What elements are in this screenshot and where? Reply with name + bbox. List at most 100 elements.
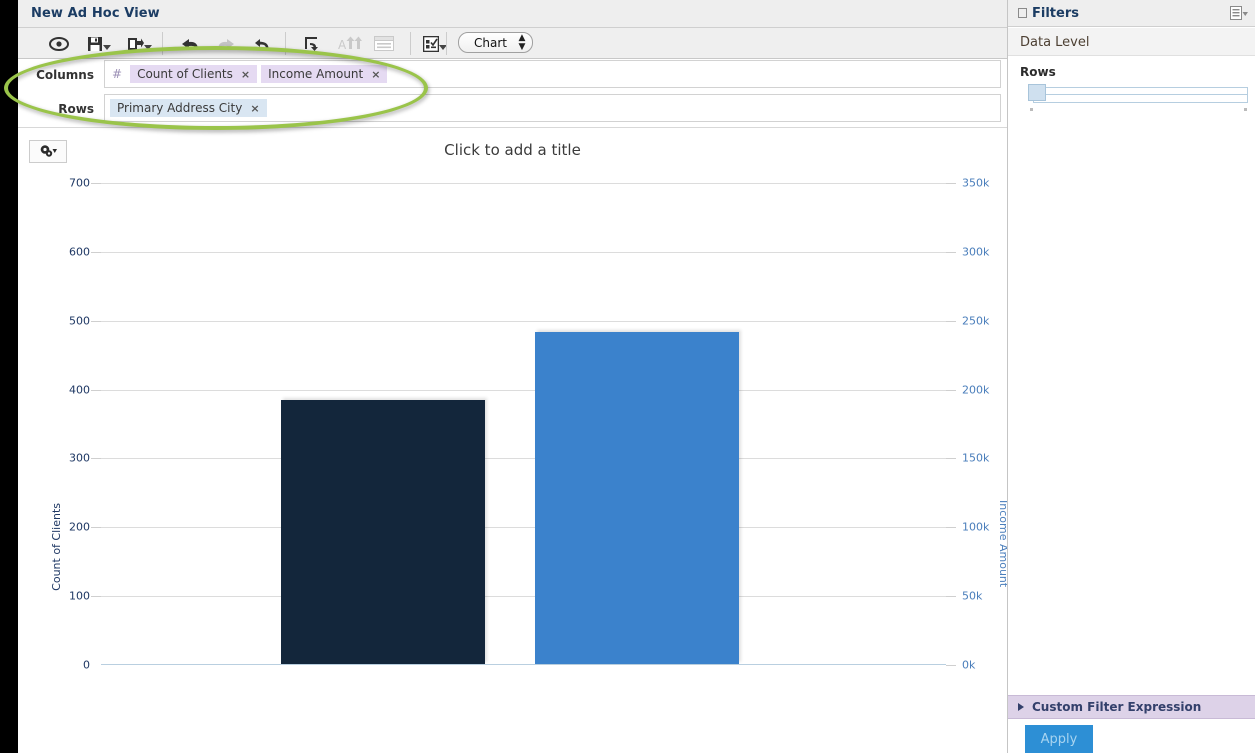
- toolbar-separator: [446, 32, 447, 55]
- workspace: New Ad Hoc View: [18, 0, 1007, 753]
- pill-label: Count of Clients: [137, 67, 233, 81]
- gridline: [101, 252, 946, 253]
- gridline: [101, 458, 946, 459]
- remove-field-icon[interactable]: ×: [371, 68, 380, 81]
- tick-mark: [946, 527, 956, 528]
- left-axis-tick: 100: [69, 590, 90, 603]
- chevron-down-icon: [103, 45, 111, 51]
- filters-menu-icon[interactable]: [1230, 6, 1248, 20]
- slider-tick: [1244, 108, 1247, 111]
- rows-shelf-label: Rows: [18, 102, 94, 116]
- filters-rows-label: Rows: [1020, 65, 1056, 79]
- toolbar-separator: [285, 32, 286, 55]
- window-titlebar: New Ad Hoc View: [18, 0, 1007, 28]
- left-axis-tick: 700: [69, 177, 90, 190]
- tick-mark: [91, 458, 101, 459]
- custom-filter-expression-toggle[interactable]: Custom Filter Expression: [1008, 695, 1255, 719]
- right-axis-tick: 300k: [962, 245, 989, 258]
- tick-mark: [91, 183, 101, 184]
- gridline: [101, 527, 946, 528]
- left-rail: [0, 0, 18, 753]
- columns-shelf-label: Columns: [18, 68, 94, 82]
- chevron-down-icon: [144, 45, 152, 51]
- bar-income-amount[interactable]: [535, 332, 739, 664]
- right-axis-tick: 50k: [962, 590, 982, 603]
- undo-icon[interactable]: [176, 31, 204, 56]
- redo-icon[interactable]: [212, 31, 240, 56]
- bar-count-of-clients[interactable]: [281, 400, 485, 664]
- tick-mark: [946, 390, 956, 391]
- tick-mark: [91, 596, 101, 597]
- tick-mark: [946, 596, 956, 597]
- filters-subheader: Data Level: [1008, 28, 1255, 56]
- remove-field-icon[interactable]: ×: [250, 102, 259, 115]
- data-level-label: Data Level: [1020, 35, 1090, 50]
- pill-label: Primary Address City: [117, 101, 242, 115]
- filters-header: Filters: [1008, 0, 1255, 27]
- collapse-panel-icon[interactable]: [1018, 8, 1027, 18]
- chevron-right-icon: [1018, 703, 1024, 711]
- revert-icon[interactable]: [248, 31, 276, 56]
- tick-mark: [946, 183, 956, 184]
- save-icon[interactable]: [82, 31, 116, 56]
- filters-panel: Filters Data Level Rows: [1007, 0, 1255, 753]
- chart-type-select[interactable]: Chart ▲▼: [458, 32, 533, 53]
- slider-handle[interactable]: [1028, 84, 1046, 101]
- toolbar-separator: [410, 32, 411, 55]
- columns-field-count-of-clients[interactable]: Count of Clients ×: [130, 65, 257, 83]
- tick-mark: [946, 458, 956, 459]
- rows-shelf-dropzone[interactable]: Primary Address City ×: [104, 94, 1001, 122]
- tick-mark: [946, 252, 956, 253]
- columns-field-income-amount[interactable]: Income Amount ×: [261, 65, 387, 83]
- left-axis-tick: 600: [69, 245, 90, 258]
- left-axis-tick: 300: [69, 452, 90, 465]
- measure-marker-icon: #: [110, 67, 130, 81]
- view-preview-icon[interactable]: [44, 31, 74, 56]
- tick-mark: [946, 665, 956, 666]
- main-toolbar: A: [18, 28, 1007, 59]
- left-axis-tick: 200: [69, 521, 90, 534]
- app-root: New Ad Hoc View: [0, 0, 1255, 753]
- chart-canvas: Click to add a title Count of Clients In…: [18, 128, 1007, 728]
- axis-baseline: [101, 664, 946, 665]
- filters-title: Filters: [1032, 6, 1079, 21]
- toolbar-separator: [162, 32, 163, 55]
- plot-area: 700 600 500 400 300 200 100 0 350k 3: [101, 183, 946, 665]
- custom-filter-expression-label: Custom Filter Expression: [1032, 700, 1201, 714]
- tick-mark: [91, 321, 101, 322]
- slider-track-secondary[interactable]: [1033, 94, 1248, 103]
- rows-data-level-slider[interactable]: [1022, 84, 1248, 114]
- chart-title-placeholder[interactable]: Click to add a title: [18, 141, 1007, 159]
- svg-text:A: A: [338, 38, 347, 52]
- tick-mark: [946, 321, 956, 322]
- right-axis-tick: 0k: [962, 659, 975, 672]
- grid-detail-icon[interactable]: [370, 31, 398, 56]
- gridline: [101, 596, 946, 597]
- pill-label: Income Amount: [268, 67, 363, 81]
- gridline: [101, 390, 946, 391]
- left-axis-tick: 500: [69, 314, 90, 327]
- switch-group-icon[interactable]: [299, 31, 327, 56]
- slider-tick: [1030, 108, 1033, 111]
- apply-button[interactable]: Apply: [1025, 725, 1093, 753]
- rows-field-primary-address-city[interactable]: Primary Address City ×: [110, 99, 267, 117]
- right-axis-tick: 150k: [962, 452, 989, 465]
- right-axis-tick: 200k: [962, 383, 989, 396]
- rows-shelf: Rows Primary Address City ×: [18, 94, 1007, 124]
- right-axis-tick: 100k: [962, 521, 989, 534]
- left-axis-tick: 400: [69, 383, 90, 396]
- right-axis-tick: 350k: [962, 177, 989, 190]
- tick-mark: [91, 252, 101, 253]
- right-axis-tick: 250k: [962, 314, 989, 327]
- export-icon[interactable]: [122, 31, 156, 56]
- left-axis-tick: 0: [83, 659, 90, 672]
- tick-mark: [91, 527, 101, 528]
- gridline: [101, 321, 946, 322]
- columns-shelf: Columns # Count of Clients × Income Amou…: [18, 60, 1007, 90]
- gridline: [101, 183, 946, 184]
- remove-field-icon[interactable]: ×: [241, 68, 250, 81]
- left-axis-title: Count of Clients: [50, 503, 63, 591]
- page-title: New Ad Hoc View: [31, 6, 160, 21]
- columns-shelf-dropzone[interactable]: # Count of Clients × Income Amount ×: [104, 60, 1001, 88]
- sort-icon[interactable]: A: [335, 31, 365, 56]
